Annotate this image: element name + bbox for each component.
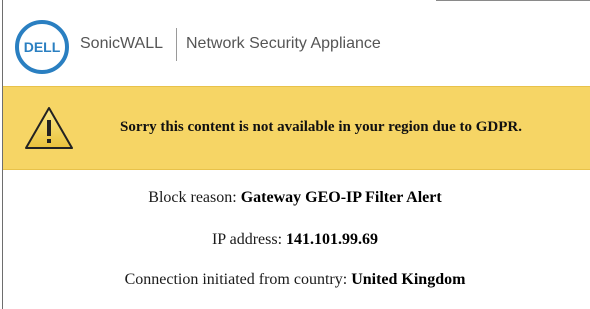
header: DELL SonicWALL Network Security Applianc… bbox=[0, 0, 590, 86]
block-reason-label: Block reason: bbox=[148, 189, 237, 206]
country-line: Connection initiated from country: Unite… bbox=[0, 269, 590, 291]
brand-name: SonicWALL bbox=[80, 35, 163, 52]
block-reason-value: Gateway GEO-IP Filter Alert bbox=[240, 189, 442, 206]
country-label: Connection initiated from country: bbox=[124, 271, 348, 288]
ip-address-label: IP address: bbox=[211, 231, 283, 248]
ip-address-line: IP address: 141.101.99.69 bbox=[0, 229, 590, 251]
dell-logo-icon: DELL bbox=[15, 20, 69, 74]
country-value: United Kingdom bbox=[351, 271, 466, 288]
warning-triangle-icon bbox=[25, 107, 73, 149]
alert-message: Sorry this content is not available in y… bbox=[120, 119, 522, 135]
alert-banner: Sorry this content is not available in y… bbox=[3, 86, 590, 170]
ip-address-value: 141.101.99.69 bbox=[286, 231, 379, 248]
block-reason-line: Block reason: Gateway GEO-IP Filter Aler… bbox=[0, 187, 590, 209]
logo-text: DELL bbox=[24, 39, 61, 55]
block-page: DELL SonicWALL Network Security Applianc… bbox=[0, 0, 590, 309]
brand-separator bbox=[176, 28, 177, 61]
product-name: Network Security Appliance bbox=[186, 35, 381, 52]
